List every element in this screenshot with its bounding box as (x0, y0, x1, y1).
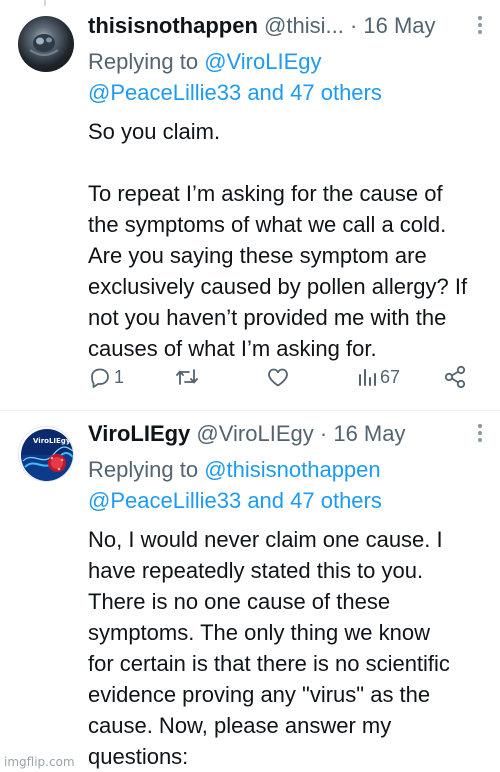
separator-dot: · (349, 13, 358, 38)
view-count: 67 (380, 366, 401, 387)
heart-icon (268, 368, 288, 387)
more-options-icon[interactable] (476, 16, 484, 38)
like-button[interactable] (266, 362, 290, 392)
watermark: imgflip.com (4, 755, 75, 769)
tweet-header: thisisnothappen @thisi... · 16 May (88, 6, 484, 46)
user-handle[interactable]: @thisi... (264, 13, 344, 38)
timestamp[interactable]: 16 May (333, 421, 405, 446)
avatar-image (29, 34, 59, 56)
display-name[interactable]: thisisnothappen (88, 13, 258, 38)
more-options-icon[interactable] (476, 424, 484, 446)
avatar-image: ViroLIEgy (21, 429, 73, 481)
analytics-icon (359, 369, 376, 386)
share-icon (444, 365, 466, 389)
reply-count: 1 (114, 366, 125, 387)
replying-to: Replying to @ViroLIEgy @PeaceLillie33 an… (88, 46, 484, 108)
share-button[interactable] (442, 362, 468, 392)
replying-to-label: Replying to (88, 457, 205, 482)
retweet-icon (176, 369, 198, 385)
reply-mention-link[interactable]: @ViroLIEgy (204, 49, 321, 74)
display-name[interactable]: ViroLIEgy (88, 421, 190, 446)
tweet-1[interactable]: thisisnothappen @thisi... · 16 May Reply… (0, 6, 500, 411)
tweet-text: No, I would never claim one cause. I hav… (88, 527, 450, 769)
separator-dot: · (319, 421, 328, 446)
timestamp[interactable]: 16 May (363, 13, 435, 38)
reply-others-link[interactable]: @PeaceLillie33 and 47 others (88, 80, 382, 105)
reply-mention-link[interactable]: @thisisnothappen (204, 457, 380, 482)
tweet-2[interactable]: ViroLIEgy ViroLIEgy @ViroLIEgy · 16 May … (0, 410, 500, 771)
tweet-header: ViroLIEgy @ViroLIEgy · 16 May (88, 414, 484, 454)
svg-text:ViroLIEgy: ViroLIEgy (33, 437, 71, 445)
replying-to-label: Replying to (88, 49, 205, 74)
avatar-thisisnothappen[interactable] (18, 16, 74, 72)
reply-icon (91, 368, 109, 388)
avatar-viroliegy[interactable]: ViroLIEgy (18, 426, 74, 482)
reply-button[interactable]: 1 (88, 362, 124, 392)
user-handle[interactable]: @ViroLIEgy (196, 421, 313, 446)
reply-others-link[interactable]: @PeaceLillie33 and 47 others (88, 488, 382, 513)
tweet-text: So you claim. To repeat I’m asking for t… (88, 119, 468, 361)
views-button[interactable]: 67 (356, 362, 400, 392)
retweet-button[interactable] (174, 362, 200, 392)
tweet-actions: 1 67 (88, 362, 472, 392)
replying-to: Replying to @thisisnothappen @PeaceLilli… (88, 454, 484, 516)
